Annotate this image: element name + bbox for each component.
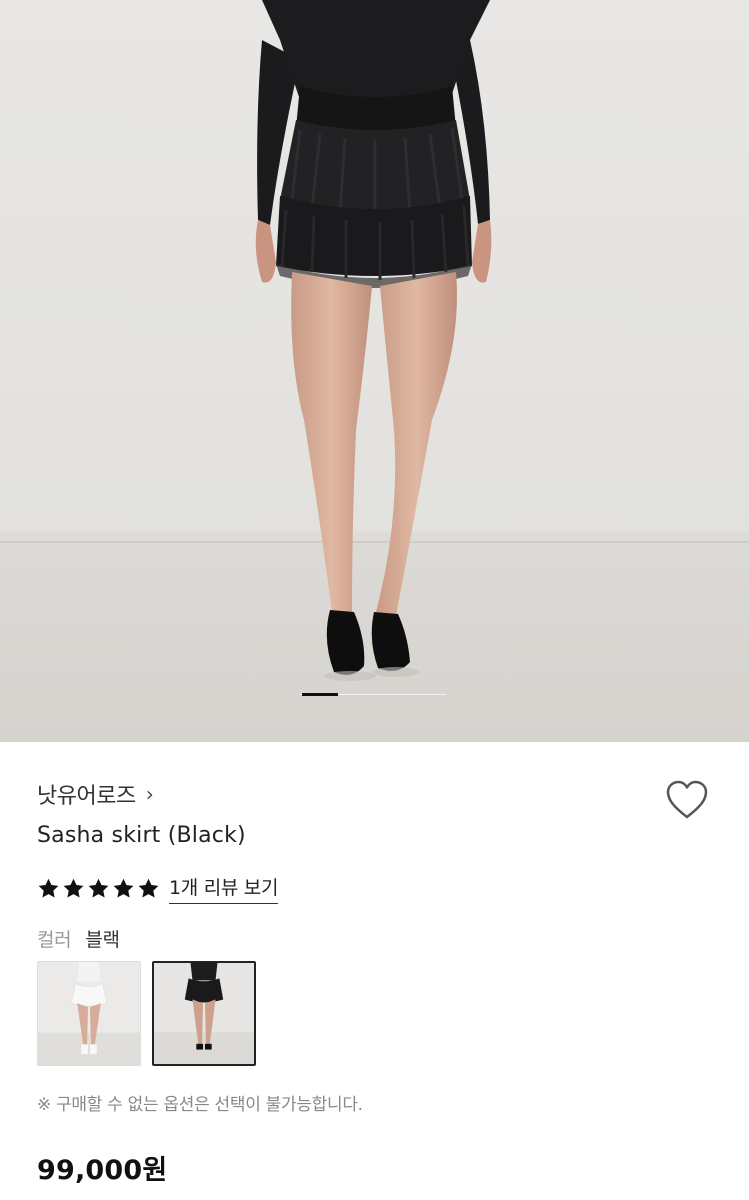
wishlist-button[interactable] [664, 778, 710, 822]
swatch-white-image [38, 962, 140, 1065]
star-filled-icon [138, 878, 159, 898]
product-title: Sasha skirt (Black) [37, 823, 246, 848]
product-image-carousel[interactable] [0, 0, 749, 742]
star-filled-icon [113, 878, 134, 898]
star-filled-icon [38, 878, 59, 898]
color-option-row: 컬러 블랙 [37, 925, 120, 952]
brand-name: 낫유어로즈 [37, 784, 136, 809]
review-link[interactable]: 1개 리뷰 보기 [169, 873, 278, 904]
product-price: 99,000원 [37, 1155, 168, 1186]
swatch-white[interactable] [37, 961, 141, 1066]
option-label: 컬러 [37, 929, 72, 951]
brand-link[interactable]: 낫유어로즈 › [37, 779, 154, 809]
carousel-indicator [300, 693, 446, 696]
star-rating [37, 877, 160, 900]
option-notice: ※ 구매할 수 없는 옵션은 선택이 불가능합니다. [37, 1095, 363, 1115]
swatch-black[interactable] [152, 961, 256, 1066]
star-filled-icon [88, 878, 109, 898]
carousel-active-bar [302, 693, 338, 696]
chevron-right-icon: › [145, 782, 154, 806]
swatch-black-image [154, 963, 254, 1064]
product-photo [0, 0, 749, 742]
option-selected-value: 블랙 [85, 929, 120, 951]
rating-row: 1개 리뷰 보기 [37, 872, 278, 904]
heart-outline-icon [666, 780, 708, 819]
star-filled-icon [63, 878, 84, 898]
